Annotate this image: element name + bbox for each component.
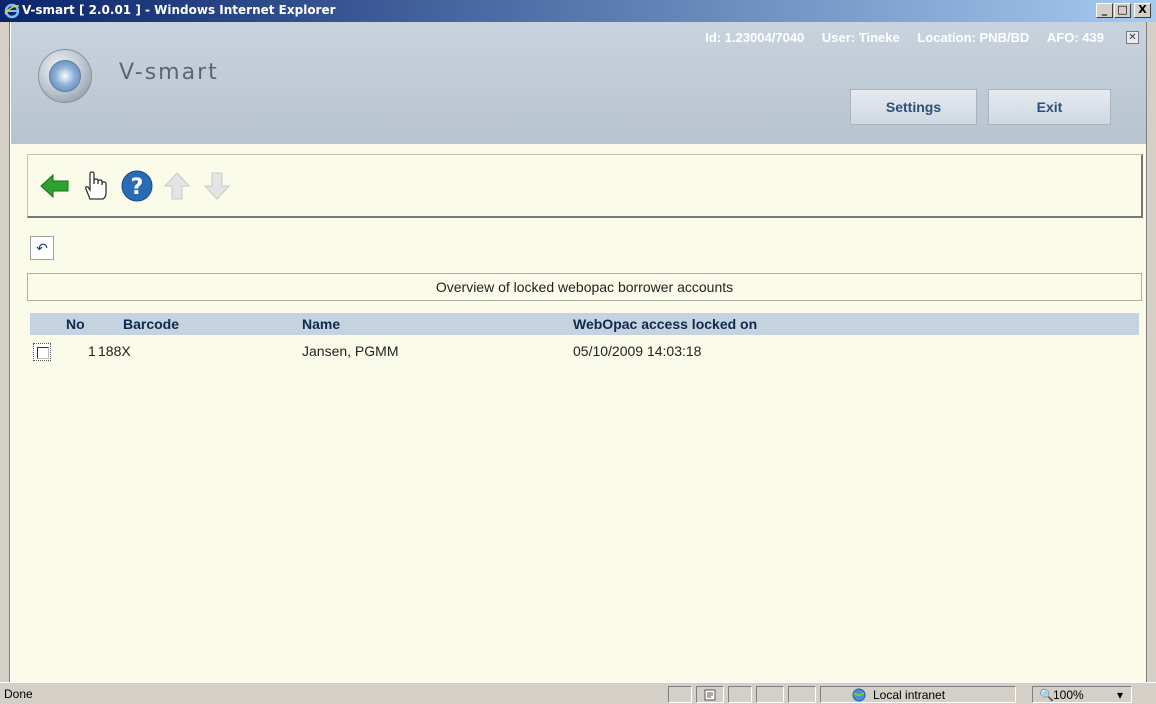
user-label: User: Tineke [821, 30, 900, 45]
undo-button[interactable]: ↶ [30, 236, 54, 260]
app-logo-text: V-smart [119, 60, 219, 85]
intranet-globe-icon [852, 688, 866, 702]
status-text: Done [4, 687, 33, 701]
minimize-button[interactable]: _ [1096, 3, 1113, 18]
status-segment [788, 686, 816, 703]
back-arrow-icon[interactable] [38, 169, 72, 203]
table-header: No Barcode Name WebOpac access locked on [30, 313, 1139, 335]
svg-text:?: ? [131, 175, 144, 200]
cell-locked-on: 05/10/2009 14:03:18 [573, 343, 702, 359]
cell-barcode: 188X [98, 343, 131, 359]
id-label: Id: 1.23004/7040 [705, 30, 805, 45]
location-label: Location: PNB/BD [917, 30, 1030, 45]
help-icon[interactable]: ? [120, 169, 154, 203]
page-body [11, 144, 1146, 682]
column-header-no[interactable]: No [66, 313, 85, 335]
zoom-level: 100% [1053, 688, 1084, 702]
status-segment [668, 686, 692, 703]
cell-name: Jansen, PGMM [302, 343, 399, 359]
status-segment [756, 686, 784, 703]
status-bar: Done Local intranet 🔍 100% ▾ [0, 682, 1156, 704]
close-window-button[interactable]: X [1134, 3, 1151, 18]
hand-pointer-icon[interactable] [78, 169, 112, 203]
row-select-checkbox[interactable] [33, 343, 51, 361]
app-logo-icon [38, 49, 92, 103]
zoom-dropdown-icon[interactable]: ▾ [1117, 687, 1123, 704]
column-header-name[interactable]: Name [302, 313, 340, 335]
arrow-up-icon [163, 172, 191, 200]
app-header: V-smart Id: 1.23004/7040 User: Tineke Lo… [11, 22, 1146, 144]
zoom-icon: 🔍 [1039, 688, 1054, 702]
page-caption: Overview of locked webopac borrower acco… [27, 273, 1142, 301]
cell-no: 1 [88, 343, 96, 359]
window-title: V-smart [ 2.0.01 ] - Windows Internet Ex… [22, 3, 336, 17]
maximize-button[interactable]: □ [1114, 3, 1131, 18]
zoom-control[interactable]: 🔍 100% ▾ [1032, 686, 1132, 703]
undo-icon: ↶ [36, 240, 48, 256]
window-frame-left [0, 22, 10, 682]
session-info: Id: 1.23004/7040 User: Tineke Location: … [691, 30, 1104, 45]
settings-button[interactable]: Settings [850, 89, 977, 125]
window-title-bar[interactable]: V-smart [ 2.0.01 ] - Windows Internet Ex… [0, 0, 1156, 22]
action-toolbar: ? [27, 154, 1143, 218]
column-header-barcode[interactable]: Barcode [123, 313, 179, 335]
status-segment [728, 686, 752, 703]
column-header-locked-on[interactable]: WebOpac access locked on [573, 313, 757, 335]
arrow-down-icon [203, 172, 231, 200]
zone-indicator[interactable]: Local intranet [820, 686, 1016, 703]
ie-logo-icon [4, 3, 20, 19]
afo-label: AFO: 439 [1046, 30, 1104, 45]
zone-label: Local intranet [873, 688, 946, 702]
window-frame-right [1146, 22, 1156, 682]
page-icon [704, 689, 716, 701]
header-close-icon[interactable]: ✕ [1126, 31, 1139, 44]
table-row[interactable]: 1 188X Jansen, PGMM 05/10/2009 14:03:18 [30, 340, 1139, 364]
exit-button[interactable]: Exit [988, 89, 1111, 125]
status-segment-page-icon [696, 686, 724, 703]
